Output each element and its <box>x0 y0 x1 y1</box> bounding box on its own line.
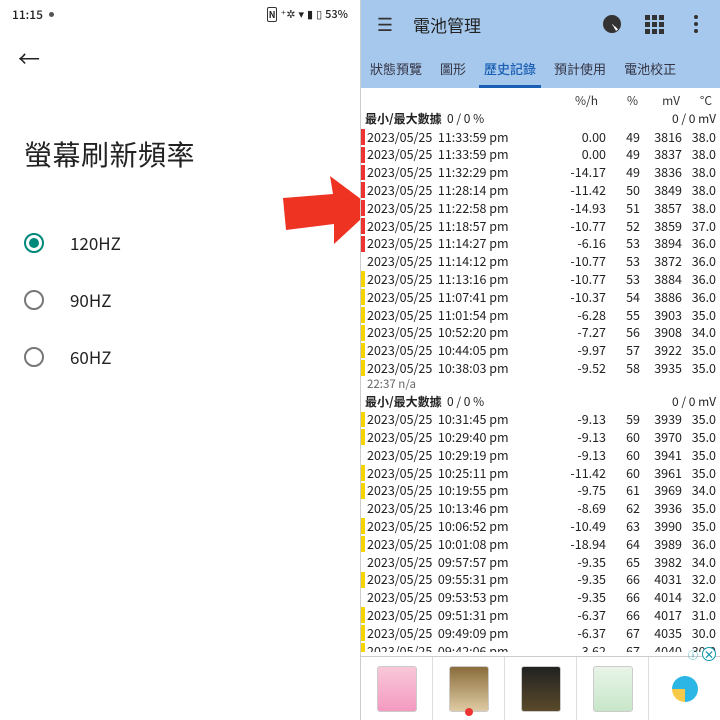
tab-1[interactable]: 圖形 <box>431 48 475 88</box>
summary-row: 最小/最大數據 0 / 0 %0 / 0 mV <box>361 393 720 411</box>
ad-3[interactable] <box>505 657 577 720</box>
battery-app-pane: ☰ 電池管理 狀態預覽圖形歷史記錄預計使用電池校正 %/h % mV °C 最小… <box>360 0 720 720</box>
tab-2[interactable]: 歷史記錄 <box>475 48 545 88</box>
table-row[interactable]: 2023/05/25 11:01:54 pm-6.2855390335.0 <box>361 306 720 324</box>
back-arrow-icon[interactable]: ← <box>18 42 40 74</box>
refresh-option-120hz[interactable]: 120HZ <box>18 214 342 271</box>
ad-4[interactable] <box>577 657 649 720</box>
table-row[interactable]: 2023/05/25 10:19:55 pm-9.7561396934.0 <box>361 482 720 500</box>
grid-icon[interactable] <box>636 6 672 42</box>
table-row[interactable]: 2023/05/25 11:14:27 pm-6.1653389436.0 <box>361 235 720 253</box>
chart-pie-icon[interactable] <box>594 6 630 42</box>
ad-info-icon[interactable]: ⓘ <box>688 647 698 662</box>
table-row[interactable]: 2023/05/25 10:31:45 pm-9.1359393935.0 <box>361 411 720 429</box>
nfc-icon: N <box>267 7 278 22</box>
app-header: ☰ 電池管理 <box>361 0 720 48</box>
table-row[interactable]: 2023/05/25 09:42:06 pm-3.6267404030.0 <box>361 642 720 652</box>
col-percent-per-hour: %/h <box>554 92 604 109</box>
refresh-option-90hz[interactable]: 90HZ <box>18 271 342 328</box>
radio-icon <box>24 290 44 310</box>
table-row[interactable]: 2023/05/25 11:22:58 pm-14.9351385738.0 <box>361 199 720 217</box>
hamburger-icon[interactable]: ☰ <box>367 6 403 42</box>
table-row[interactable]: 2023/05/25 10:44:05 pm-9.9757392235.0 <box>361 342 720 360</box>
table-row[interactable]: 2023/05/25 11:33:59 pm0.0049383738.0 <box>361 146 720 164</box>
refresh-rate-options: 120HZ 90HZ 60HZ <box>0 214 360 385</box>
radio-icon <box>24 233 44 253</box>
app-title: 電池管理 <box>409 12 588 37</box>
radio-label: 60HZ <box>70 344 112 369</box>
page-title: 螢幕刷新頻率 <box>0 80 360 214</box>
radio-label: 120HZ <box>70 230 121 255</box>
table-row[interactable]: 2023/05/25 11:32:29 pm-14.1749383638.0 <box>361 164 720 182</box>
table-row[interactable]: 2023/05/25 11:07:41 pm-10.3754388636.0 <box>361 288 720 306</box>
ad-5[interactable]: ⓘ ✕ <box>649 657 720 720</box>
refresh-option-60hz[interactable]: 60HZ <box>18 328 342 385</box>
radio-icon <box>24 347 44 367</box>
ad-strip: ⓘ ✕ <box>361 656 720 720</box>
radio-label: 90HZ <box>70 287 112 312</box>
battery-percent: 53% <box>325 6 348 22</box>
tab-bar: 狀態預覽圖形歷史記錄預計使用電池校正 <box>361 48 720 88</box>
tab-0[interactable]: 狀態預覽 <box>361 48 431 88</box>
history-table[interactable]: 最小/最大數據 0 / 0 %0 / 0 mV2023/05/25 11:33:… <box>361 110 720 652</box>
status-time: 11:15 <box>12 6 43 23</box>
kebab-menu-icon[interactable] <box>678 6 714 42</box>
table-row[interactable]: 2023/05/25 11:33:59 pm0.0049381638.0 <box>361 128 720 146</box>
wifi-plus-icon: ⁺✲ <box>280 6 295 22</box>
table-row[interactable]: 2023/05/25 10:38:03 pm-9.5258393535.0 <box>361 359 720 377</box>
table-row[interactable]: 2023/05/25 09:49:09 pm-6.3767403530.0 <box>361 624 720 642</box>
left-settings-pane: 11:15 N ⁺✲ ▾ ▮ ▯ 53% ← 螢幕刷新頻率 120HZ 90HZ 6… <box>0 0 360 720</box>
table-row[interactable]: 2023/05/25 10:29:19 pm-9.1360394135.0 <box>361 446 720 464</box>
battery-icon: ▯ <box>316 6 322 22</box>
col-percent: % <box>604 92 638 109</box>
table-row[interactable]: 2023/05/25 11:13:16 pm-10.7753388436.0 <box>361 270 720 288</box>
table-row[interactable]: 2023/05/25 11:14:12 pm-10.7753387236.0 <box>361 253 720 271</box>
tab-3[interactable]: 預計使用 <box>545 48 615 88</box>
table-row[interactable]: 2023/05/25 10:25:11 pm-11.4260396135.0 <box>361 464 720 482</box>
table-row[interactable]: 2023/05/25 10:52:20 pm-7.2756390834.0 <box>361 324 720 342</box>
table-row[interactable]: 2023/05/25 10:29:40 pm-9.1360397035.0 <box>361 428 720 446</box>
table-row[interactable]: 2023/05/25 10:13:46 pm-8.6962393635.0 <box>361 500 720 518</box>
ad-2[interactable] <box>433 657 505 720</box>
status-dot <box>49 12 54 17</box>
ad-1[interactable] <box>361 657 433 720</box>
wifi-icon: ▾ <box>298 6 304 22</box>
tab-4[interactable]: 電池校正 <box>615 48 685 88</box>
ad-close-icon[interactable]: ✕ <box>702 647 716 661</box>
status-bar: 11:15 N ⁺✲ ▾ ▮ ▯ 53% <box>0 0 360 28</box>
table-row[interactable]: 2023/05/25 09:55:31 pm-9.3566403132.0 <box>361 571 720 589</box>
table-row[interactable]: 2023/05/25 11:18:57 pm-10.7752385937.0 <box>361 217 720 235</box>
col-mv: mV <box>638 92 680 109</box>
summary-row: 最小/最大數據 0 / 0 %0 / 0 mV <box>361 110 720 128</box>
table-row[interactable]: 2023/05/25 09:57:57 pm-9.3565398234.0 <box>361 553 720 571</box>
table-row[interactable]: 2023/05/25 10:01:08 pm-18.9464398936.0 <box>361 535 720 553</box>
time-divider: 22:37 n/a <box>361 377 720 393</box>
table-row[interactable]: 2023/05/25 09:51:31 pm-6.3766401731.0 <box>361 606 720 624</box>
column-headers: %/h % mV °C <box>361 88 720 112</box>
status-icons: N ⁺✲ ▾ ▮ ▯ 53% <box>267 6 348 22</box>
table-row[interactable]: 2023/05/25 09:53:53 pm-9.3566401432.0 <box>361 589 720 607</box>
col-temp: °C <box>680 92 714 109</box>
table-row[interactable]: 2023/05/25 10:06:52 pm-10.4963399035.0 <box>361 517 720 535</box>
table-row[interactable]: 2023/05/25 11:28:14 pm-11.4250384938.0 <box>361 181 720 199</box>
signal-icon: ▮ <box>307 6 313 22</box>
